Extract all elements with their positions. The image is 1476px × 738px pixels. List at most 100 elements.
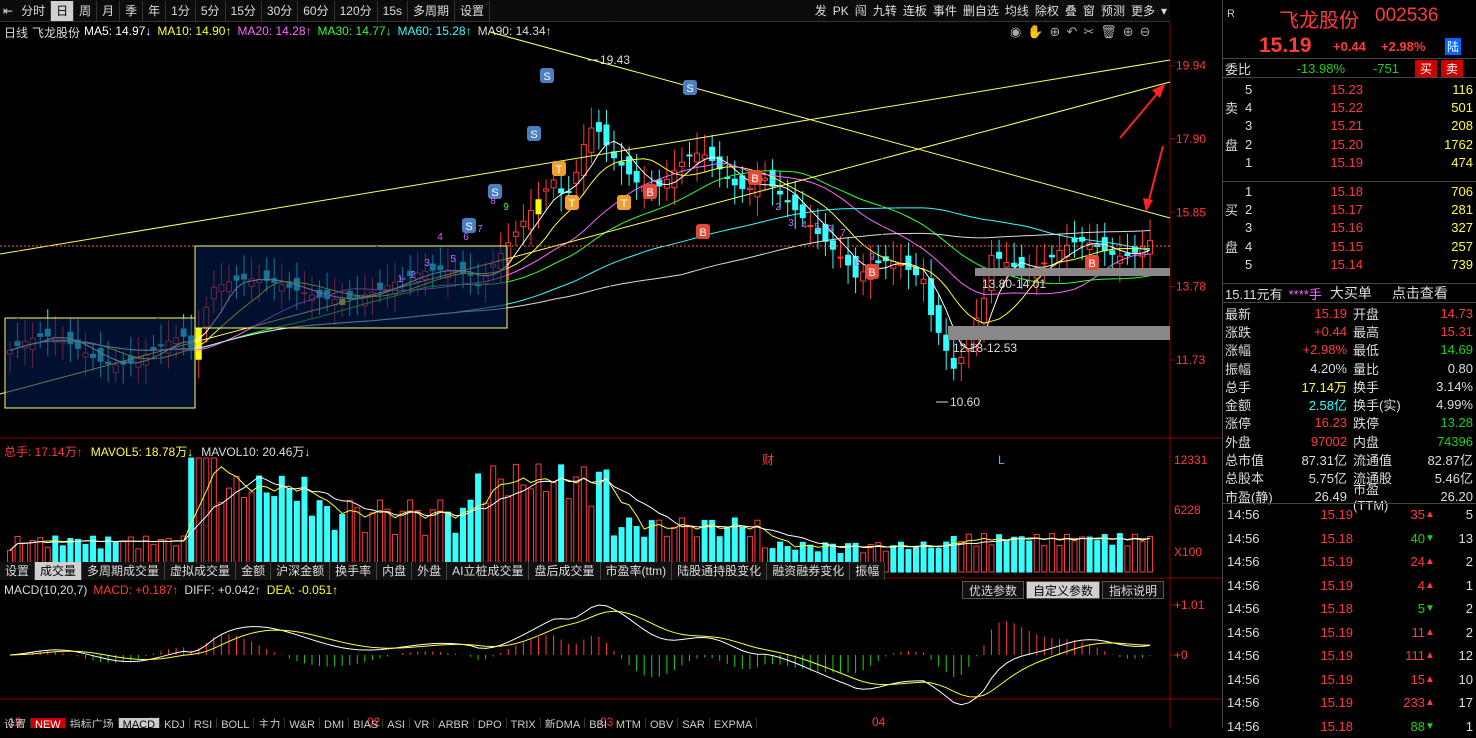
indicator-tab-6[interactable]: 换手率 <box>330 562 377 580</box>
bottom-tab-12[interactable]: VR <box>410 718 434 728</box>
period-tab-8[interactable]: 15分 <box>226 1 262 21</box>
bottom-tab-16[interactable]: 新DMA <box>541 718 585 728</box>
period-tab-14[interactable]: 设置 <box>455 1 490 21</box>
macd-button-2[interactable]: 指标说明 <box>1102 581 1164 599</box>
stat-label: 外盘 <box>1223 432 1279 451</box>
period-tab-5[interactable]: 年 <box>143 1 166 21</box>
consolidation-box-2 <box>195 246 507 328</box>
indicator-tab-13[interactable]: 融资融券变化 <box>767 562 850 580</box>
level-price: 15.22 <box>1265 100 1363 115</box>
indicator-tab-1[interactable]: 成交量 <box>35 562 82 580</box>
tool-button-7[interactable]: 均线 <box>1002 1 1032 21</box>
indicator-tab-3[interactable]: 虚拟成交量 <box>165 562 236 580</box>
volume-bar <box>506 496 511 572</box>
promo-row: 15.11元有 ****手 大买单 点击查看 <box>1223 283 1476 303</box>
period-tab-12[interactable]: 15s <box>378 1 408 21</box>
indicator-tab-14[interactable]: 振幅 <box>850 562 885 580</box>
bottom-tab-21[interactable]: EXPMA <box>710 718 758 728</box>
bottom-tab-10[interactable]: BIAS <box>349 718 383 728</box>
bottom-tab-9[interactable]: DMI <box>320 718 349 728</box>
bottom-tab-0[interactable]: 设置 <box>0 718 31 728</box>
arrow-up-icon: ▲ <box>1425 674 1437 685</box>
bottom-tab-6[interactable]: BOLL <box>217 718 254 728</box>
period-tab-7[interactable]: 5分 <box>196 1 226 21</box>
stat-label: 总股本 <box>1223 468 1279 487</box>
dropdown-icon[interactable]: ▾ <box>1158 1 1170 21</box>
indicator-tab-0[interactable]: 设置 <box>0 562 35 580</box>
period-tab-11[interactable]: 120分 <box>335 1 378 21</box>
kline-chart[interactable]: 19.9417.9015.8513.7811.7313.80-14.0112.1… <box>0 22 1222 728</box>
bottom-tab-17[interactable]: BBI <box>585 718 612 728</box>
period-tab-0[interactable]: 分时 <box>16 1 51 21</box>
level-price: 15.19 <box>1265 155 1363 170</box>
bottom-tab-8[interactable]: W&R <box>285 718 320 728</box>
tick-time: 14:56 <box>1223 672 1293 687</box>
volume-bar <box>498 479 503 572</box>
tick-price: 15.19 <box>1293 625 1353 640</box>
bottom-tab-3[interactable]: MACD <box>119 718 160 728</box>
indicator-tab-2[interactable]: 多周期成交量 <box>82 562 165 580</box>
level-label: 5 <box>1245 82 1265 97</box>
stat-row: 涨幅+2.98%最低14.69 <box>1223 341 1476 359</box>
tool-button-8[interactable]: 除权 <box>1032 1 1062 21</box>
indicator-tab-12[interactable]: 陆股通持股变化 <box>672 562 767 580</box>
period-tab-2[interactable]: 周 <box>74 1 97 21</box>
tool-button-10[interactable]: 窗 <box>1080 1 1098 21</box>
period-tab-10[interactable]: 60分 <box>298 1 334 21</box>
tool-button-11[interactable]: 预测 <box>1098 1 1128 21</box>
tool-button-9[interactable]: 叠 <box>1062 1 1080 21</box>
sell-button[interactable]: 卖 <box>1441 60 1463 77</box>
tool-button-1[interactable]: PK <box>830 1 852 21</box>
period-tab-4[interactable]: 季 <box>120 1 143 21</box>
bids-row: 315.16327 <box>1223 219 1476 237</box>
tick-time: 14:56 <box>1223 507 1293 522</box>
bottom-tab-20[interactable]: SAR <box>678 718 710 728</box>
indicator-tab-5[interactable]: 沪深金额 <box>271 562 330 580</box>
bottom-tab-19[interactable]: OBV <box>646 718 678 728</box>
macd-button-0[interactable]: 优选参数 <box>962 581 1024 599</box>
buy-button[interactable]: 买 <box>1415 60 1437 77</box>
indicator-tab-8[interactable]: 外盘 <box>412 562 447 580</box>
tool-button-6[interactable]: 删自选 <box>960 1 1002 21</box>
tool-button-0[interactable]: 发 <box>812 1 830 21</box>
bottom-tab-18[interactable]: MTM <box>612 718 646 728</box>
stat-value: +2.98% <box>1279 342 1347 357</box>
period-tab-6[interactable]: 1分 <box>166 1 196 21</box>
collapse-left-icon[interactable]: ⇤ <box>0 1 16 21</box>
level-label: 3 <box>1245 220 1265 235</box>
indicator-tab-10[interactable]: 盘后成交量 <box>529 562 600 580</box>
tool-button-5[interactable]: 事件 <box>930 1 960 21</box>
period-tab-1[interactable]: 日 <box>51 1 74 21</box>
bottom-tab-4[interactable]: KDJ <box>160 718 190 728</box>
tool-button-4[interactable]: 连板 <box>900 1 930 21</box>
bottom-tab-11[interactable]: ASI <box>383 718 410 728</box>
bottom-tab-7[interactable]: 主力 <box>254 718 285 728</box>
tool-button-3[interactable]: 九转 <box>870 1 900 21</box>
bottom-tab-5[interactable]: RSI <box>190 718 217 728</box>
period-tab-9[interactable]: 30分 <box>262 1 298 21</box>
view-detail-link[interactable]: 点击查看 <box>1392 283 1448 303</box>
indicator-tab-4[interactable]: 金额 <box>236 562 271 580</box>
period-tab-13[interactable]: 多周期 <box>408 1 455 21</box>
indicator-tab-7[interactable]: 内盘 <box>377 562 412 580</box>
arrow-up-icon: ▲ <box>1425 627 1437 638</box>
volume-bar <box>204 458 209 572</box>
tick-row: 14:5615.1924▲2 <box>1223 550 1476 574</box>
tool-button-2[interactable]: 闯 <box>852 1 870 21</box>
bottom-tab-1[interactable]: NEW <box>31 718 66 728</box>
candle-body <box>528 210 533 229</box>
signal-b-label: B <box>646 187 653 199</box>
period-tab-3[interactable]: 月 <box>97 1 120 21</box>
tool-button-12[interactable]: 更多 <box>1128 1 1158 21</box>
stat-value: 14.69 <box>1409 342 1473 357</box>
bottom-tab-14[interactable]: DPO <box>474 718 507 728</box>
bottom-tab-15[interactable]: TRIX <box>507 718 541 728</box>
bottom-tab-2[interactable]: 指标广场 <box>66 718 119 728</box>
macd-button-1[interactable]: 自定义参数 <box>1026 581 1100 599</box>
count-digit: 6 <box>827 224 833 235</box>
bottom-tab-13[interactable]: ARBR <box>434 718 474 728</box>
count-digit: 3 <box>788 218 794 229</box>
indicator-tab-9[interactable]: AI立桩成交量 <box>447 562 529 580</box>
price-axis-label: 11.73 <box>1176 353 1205 367</box>
indicator-tab-11[interactable]: 市盈率(ttm) <box>601 562 673 580</box>
